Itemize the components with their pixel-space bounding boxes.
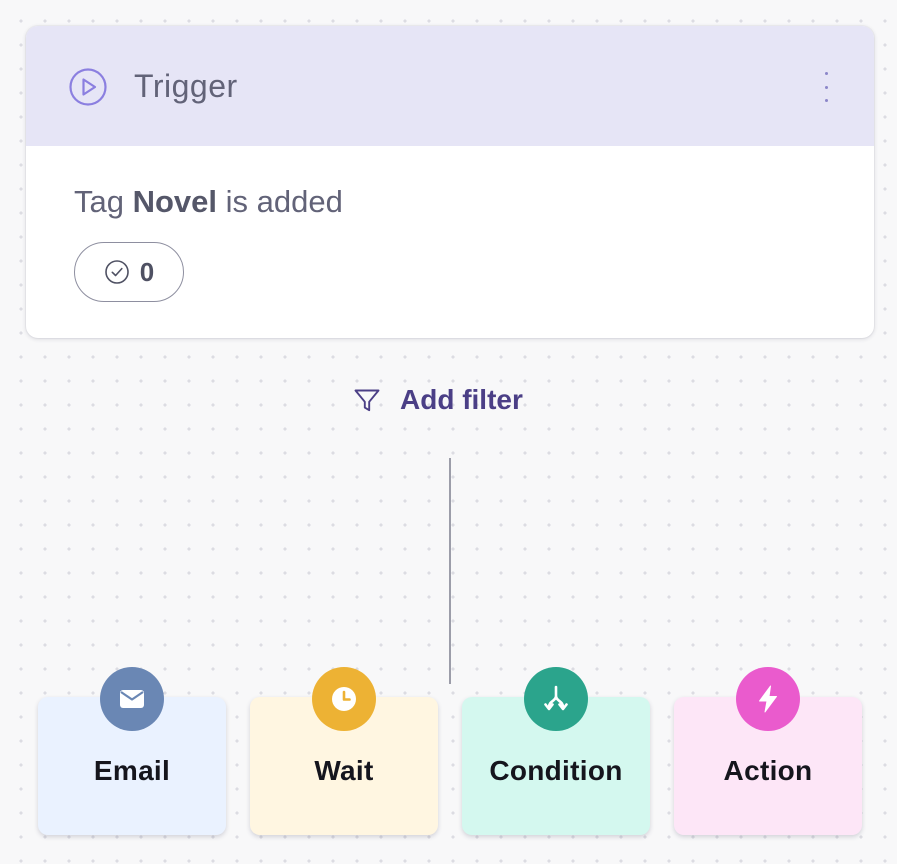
add-filter-button[interactable]: Add filter xyxy=(352,380,523,420)
condition-node-label: Condition xyxy=(489,755,623,786)
trigger-title: Trigger xyxy=(134,68,238,104)
description-suffix: is added xyxy=(225,184,343,219)
trigger-header: Trigger xyxy=(26,26,874,146)
wait-node-label: Wait xyxy=(314,755,374,786)
description-prefix: Tag xyxy=(74,184,124,219)
action-node-button[interactable]: Action xyxy=(674,667,862,835)
condition-node-button[interactable]: Condition xyxy=(462,667,650,835)
action-node-label: Action xyxy=(723,755,813,786)
wait-node-button[interactable]: Wait xyxy=(250,667,438,835)
trigger-description: Tag Novel is added xyxy=(74,182,343,222)
add-filter-label: Add filter xyxy=(400,384,523,415)
completed-count: 0 xyxy=(139,256,155,287)
email-node-button[interactable]: Email xyxy=(38,667,226,835)
tag-name: Novel xyxy=(132,184,218,219)
completed-count-pill[interactable]: 0 xyxy=(74,242,184,302)
email-node-label: Email xyxy=(93,755,171,786)
lightning-icon xyxy=(736,667,800,731)
funnel-icon xyxy=(354,389,380,412)
split-arrows-icon xyxy=(524,667,588,731)
envelope-icon xyxy=(100,667,164,731)
more-vertical-icon[interactable] xyxy=(816,72,836,102)
trigger-card[interactable]: Trigger Tag Novel is added 0 xyxy=(26,26,874,338)
clock-icon xyxy=(312,667,376,731)
connector-line xyxy=(449,458,451,684)
check-circle-icon xyxy=(104,260,129,284)
play-circle-icon xyxy=(68,67,108,107)
